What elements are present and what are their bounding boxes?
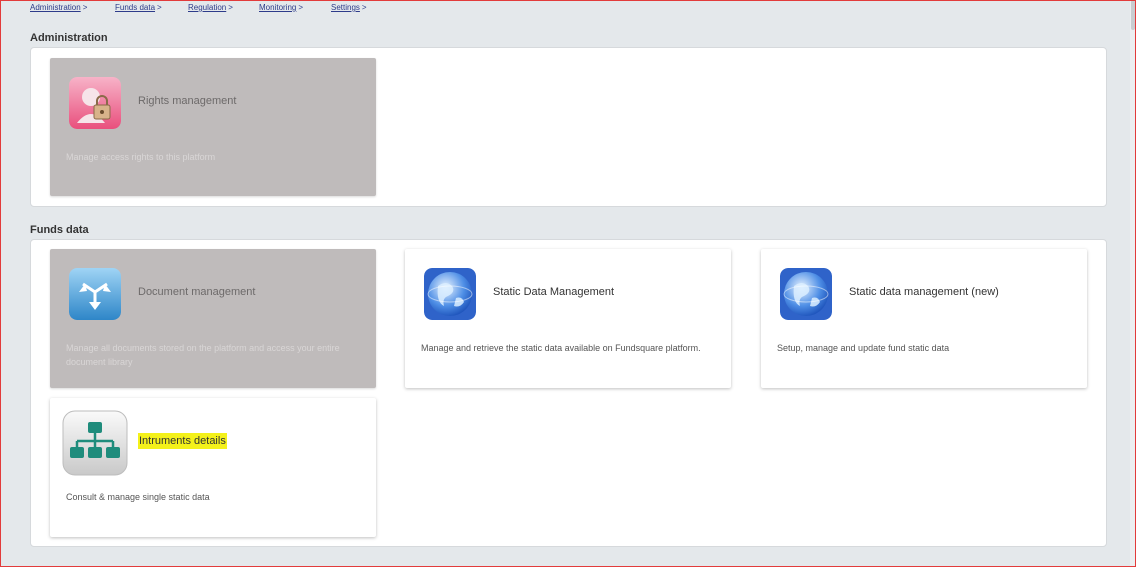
card-static-data-management[interactable]: Static Data Management Manage and retrie… <box>405 249 731 388</box>
section-title-administration: Administration <box>30 32 108 44</box>
card-rights-management[interactable]: Rights management Manage access rights t… <box>50 58 376 196</box>
scrollbar-thumb[interactable] <box>1131 0 1135 30</box>
document-arrows-icon <box>69 268 121 320</box>
card-instruments-details[interactable]: Intruments details Consult & manage sing… <box>50 398 376 537</box>
breadcrumb-link-administration[interactable]: Administration <box>30 3 81 12</box>
breadcrumb-link-regulation[interactable]: Regulation <box>188 3 226 12</box>
breadcrumb-item-funds-data[interactable]: Funds data > <box>115 3 162 12</box>
section-title-funds-data: Funds data <box>30 224 89 236</box>
vertical-scrollbar[interactable] <box>1130 0 1136 567</box>
card-title: Rights management <box>138 95 237 107</box>
card-description: Manage access rights to this platform <box>66 152 216 162</box>
breadcrumb-separator: > <box>361 3 367 12</box>
card-description: Setup, manage and update fund static dat… <box>777 343 950 353</box>
globe-icon <box>780 268 832 320</box>
breadcrumb-link-monitoring[interactable]: Monitoring <box>259 3 296 12</box>
breadcrumb-link-funds-data[interactable]: Funds data <box>115 3 155 12</box>
hierarchy-icon <box>62 410 128 476</box>
administration-panel: Rights management Manage access rights t… <box>30 47 1107 207</box>
breadcrumb-link-settings[interactable]: Settings <box>331 3 360 12</box>
breadcrumb-separator: > <box>228 3 233 12</box>
card-static-data-management-new[interactable]: Static data management (new) Setup, mana… <box>761 249 1087 388</box>
rights-lock-icon <box>69 77 121 129</box>
card-document-management[interactable]: Document management Manage all documents… <box>50 249 376 388</box>
card-description: Manage and retrieve the static data avai… <box>421 343 701 353</box>
card-title: Static data management (new) <box>849 286 999 298</box>
breadcrumb-item-regulation[interactable]: Regulation > <box>188 3 233 12</box>
breadcrumb-separator: > <box>157 3 162 12</box>
card-title: Static Data Management <box>493 286 615 298</box>
breadcrumb-item-administration[interactable]: Administration > <box>30 3 87 12</box>
card-title: Document management <box>138 286 256 298</box>
globe-icon <box>424 268 476 320</box>
card-description: Consult & manage single static data <box>66 492 210 502</box>
breadcrumb-separator: > <box>298 3 304 12</box>
funds-data-panel: Document management Manage all documents… <box>30 239 1107 547</box>
breadcrumb-item-settings[interactable]: Settings > <box>331 3 367 12</box>
highlighted-title: Intruments details <box>138 433 227 449</box>
breadcrumb-item-monitoring[interactable]: Monitoring > <box>259 3 303 12</box>
breadcrumb-separator: > <box>82 3 88 12</box>
card-title: Intruments details <box>138 433 227 449</box>
card-description: Manage all documents stored on the platf… <box>66 343 340 367</box>
